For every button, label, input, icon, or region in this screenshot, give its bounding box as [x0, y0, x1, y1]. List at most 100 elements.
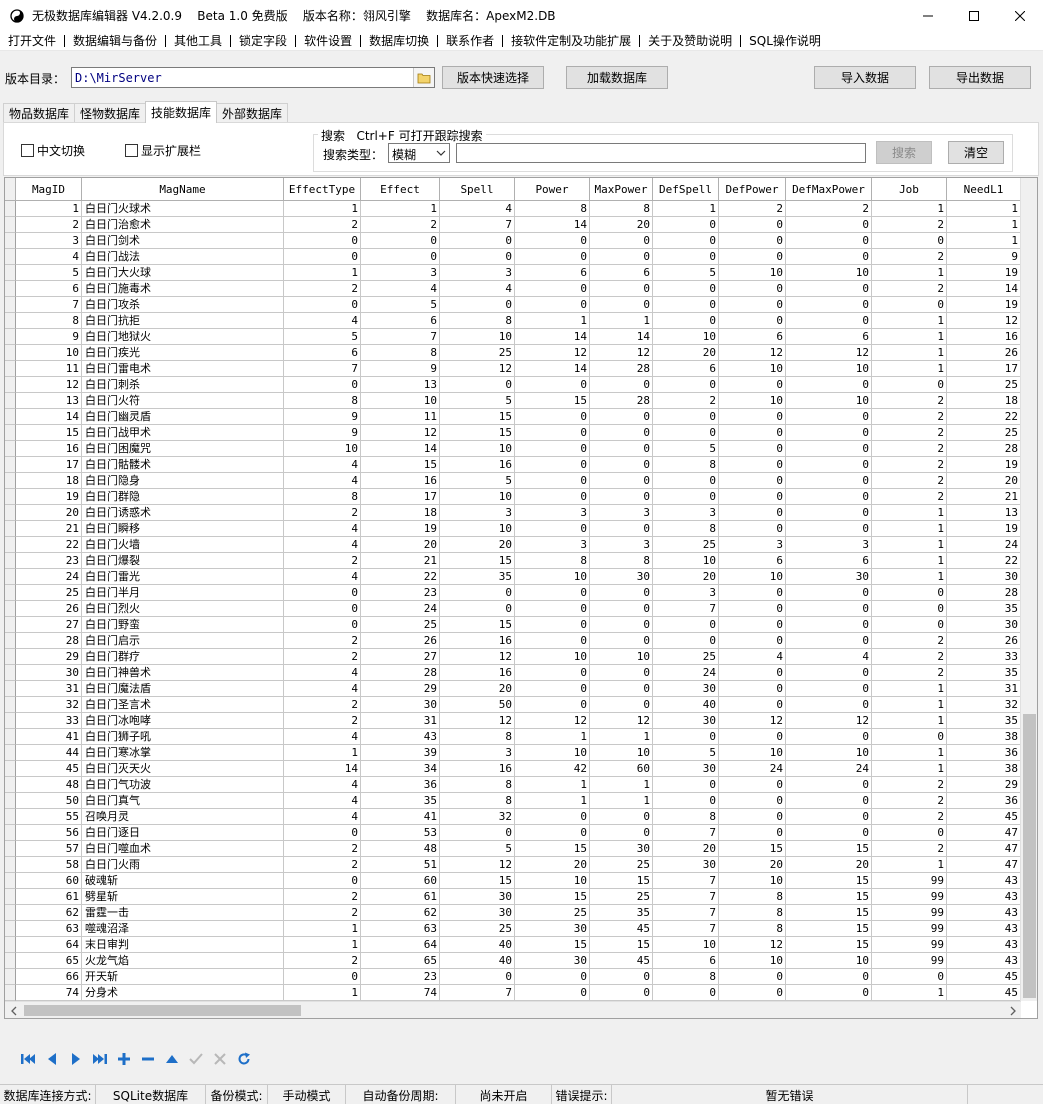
table-cell[interactable]: 7	[653, 921, 719, 937]
table-cell[interactable]: 6	[719, 553, 786, 569]
table-cell[interactable]: 18	[361, 505, 440, 521]
table-cell[interactable]: 41	[16, 729, 82, 745]
table-cell[interactable]: 0	[786, 793, 872, 809]
table-cell[interactable]: 0	[515, 489, 590, 505]
nav-edit-button[interactable]	[160, 1048, 184, 1070]
table-cell[interactable]: 38	[947, 761, 1021, 777]
table-cell[interactable]: 0	[719, 617, 786, 633]
table-row[interactable]: 1 白日门火球术 1 1 4 8 8 1 2 2 1 1	[5, 201, 1021, 217]
table-cell[interactable]: 0	[590, 585, 653, 601]
table-row[interactable]: 5 白日门大火球 1 3 3 6 6 5 10 10 1 19	[5, 265, 1021, 281]
table-cell[interactable]: 25	[653, 649, 719, 665]
table-cell[interactable]: 2	[284, 553, 361, 569]
table-cell[interactable]: 36	[947, 745, 1021, 761]
table-cell[interactable]: 5	[653, 265, 719, 281]
table-cell[interactable]: 5	[653, 745, 719, 761]
table-cell[interactable]: 白日门冰咆哮	[82, 713, 284, 729]
table-cell[interactable]: 0	[719, 729, 786, 745]
table-cell[interactable]: 0	[719, 425, 786, 441]
table-cell[interactable]: 0	[515, 601, 590, 617]
table-cell[interactable]: 10	[515, 649, 590, 665]
row-indicator[interactable]	[5, 265, 16, 281]
table-cell[interactable]: 35	[947, 713, 1021, 729]
table-cell[interactable]: 50	[440, 697, 515, 713]
nav-post-button[interactable]	[184, 1048, 208, 1070]
table-cell[interactable]: 7	[361, 329, 440, 345]
table-cell[interactable]: 4	[361, 281, 440, 297]
vertical-scrollbar[interactable]	[1020, 178, 1037, 1001]
table-cell[interactable]: 61	[16, 889, 82, 905]
table-cell[interactable]: 20	[786, 857, 872, 873]
table-row[interactable]: 6 白日门施毒术 2 4 4 0 0 0 0 0 2 14	[5, 281, 1021, 297]
dir-input[interactable]: D:\MirServer	[71, 67, 435, 88]
table-cell[interactable]: 白日门神兽术	[82, 665, 284, 681]
table-cell[interactable]: 18	[16, 473, 82, 489]
table-cell[interactable]: 2	[653, 393, 719, 409]
table-cell[interactable]: 99	[872, 953, 947, 969]
table-cell[interactable]: 7	[284, 361, 361, 377]
table-cell[interactable]: 2	[872, 793, 947, 809]
table-cell[interactable]: 0	[719, 969, 786, 985]
table-cell[interactable]: 35	[947, 665, 1021, 681]
table-cell[interactable]: 53	[361, 825, 440, 841]
table-cell[interactable]: 14	[361, 441, 440, 457]
table-cell[interactable]: 9	[284, 425, 361, 441]
row-indicator[interactable]	[5, 713, 16, 729]
table-cell[interactable]: 12	[16, 377, 82, 393]
table-cell[interactable]: 0	[590, 233, 653, 249]
table-cell[interactable]: 5	[653, 441, 719, 457]
table-cell[interactable]: 7	[653, 889, 719, 905]
table-cell[interactable]: 15	[786, 921, 872, 937]
row-indicator[interactable]	[5, 537, 16, 553]
table-cell[interactable]: 50	[16, 793, 82, 809]
table-cell[interactable]: 10	[515, 569, 590, 585]
table-cell[interactable]: 2	[284, 905, 361, 921]
table-row[interactable]: 64 末日审判 1 64 40 15 15 10 12 15 99 43	[5, 937, 1021, 953]
import-data-button[interactable]: 导入数据	[814, 66, 916, 89]
table-cell[interactable]: 10	[719, 361, 786, 377]
horizontal-scroll-thumb[interactable]	[24, 1005, 301, 1016]
table-cell[interactable]: 25	[653, 537, 719, 553]
table-cell[interactable]: 0	[719, 825, 786, 841]
row-indicator[interactable]	[5, 505, 16, 521]
table-cell[interactable]: 2	[872, 425, 947, 441]
table-cell[interactable]: 10	[719, 873, 786, 889]
table-cell[interactable]: 白日门刺杀	[82, 377, 284, 393]
table-cell[interactable]: 30	[515, 953, 590, 969]
table-cell[interactable]: 20	[440, 537, 515, 553]
table-cell[interactable]: 43	[947, 873, 1021, 889]
table-cell[interactable]: 2	[872, 457, 947, 473]
table-cell[interactable]: 11	[361, 409, 440, 425]
table-cell[interactable]: 8	[361, 345, 440, 361]
column-header[interactable]: Effect	[361, 178, 440, 200]
table-row[interactable]: 24 白日门雷光 4 22 35 10 30 20 10 30 1 30	[5, 569, 1021, 585]
table-row[interactable]: 7 白日门攻杀 0 5 0 0 0 0 0 0 0 19	[5, 297, 1021, 313]
table-cell[interactable]: 15	[440, 553, 515, 569]
table-cell[interactable]: 白日门幽灵盾	[82, 409, 284, 425]
table-cell[interactable]: 4	[284, 665, 361, 681]
table-cell[interactable]: 白日门治愈术	[82, 217, 284, 233]
table-cell[interactable]: 44	[16, 745, 82, 761]
table-cell[interactable]: 0	[653, 985, 719, 1001]
table-cell[interactable]: 1	[284, 921, 361, 937]
table-cell[interactable]: 12	[440, 649, 515, 665]
table-cell[interactable]: 25	[440, 921, 515, 937]
table-cell[interactable]: 12	[515, 345, 590, 361]
table-cell[interactable]: 0	[786, 233, 872, 249]
table-row[interactable]: 33 白日门冰咆哮 2 31 12 12 12 30 12 12 1 35	[5, 713, 1021, 729]
table-row[interactable]: 11 白日门雷电术 7 9 12 14 28 6 10 10 1 17	[5, 361, 1021, 377]
table-cell[interactable]: 0	[590, 681, 653, 697]
table-cell[interactable]: 10	[786, 745, 872, 761]
table-cell[interactable]: 10	[515, 745, 590, 761]
table-cell[interactable]: 28	[361, 665, 440, 681]
table-cell[interactable]: 白日门逐日	[82, 825, 284, 841]
table-cell[interactable]: 28	[590, 393, 653, 409]
table-cell[interactable]: 8	[284, 393, 361, 409]
column-header[interactable]: DefMaxPower	[786, 178, 872, 200]
table-cell[interactable]: 0	[719, 313, 786, 329]
table-cell[interactable]: 62	[361, 905, 440, 921]
table-cell[interactable]: 0	[719, 217, 786, 233]
table-cell[interactable]: 15	[786, 873, 872, 889]
table-cell[interactable]: 0	[786, 441, 872, 457]
table-cell[interactable]: 0	[515, 681, 590, 697]
